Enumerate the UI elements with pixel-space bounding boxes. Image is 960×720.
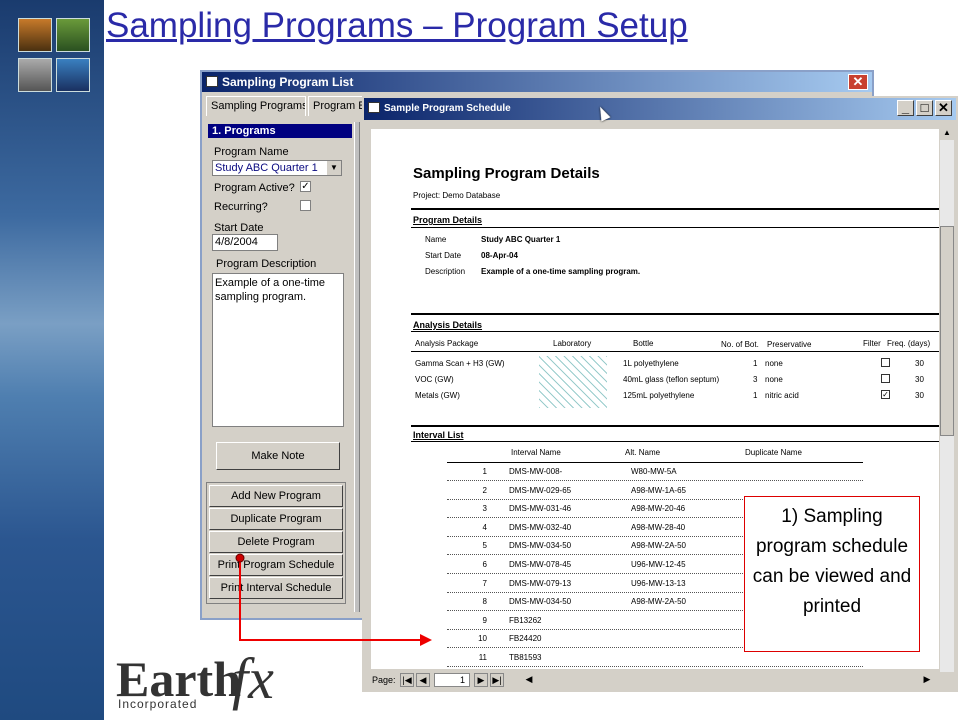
- callout-arrow: [235, 553, 432, 646]
- earthfx-logo-incorporated: Incorporated: [118, 697, 198, 711]
- earthfx-logo-fx: fx: [232, 646, 274, 711]
